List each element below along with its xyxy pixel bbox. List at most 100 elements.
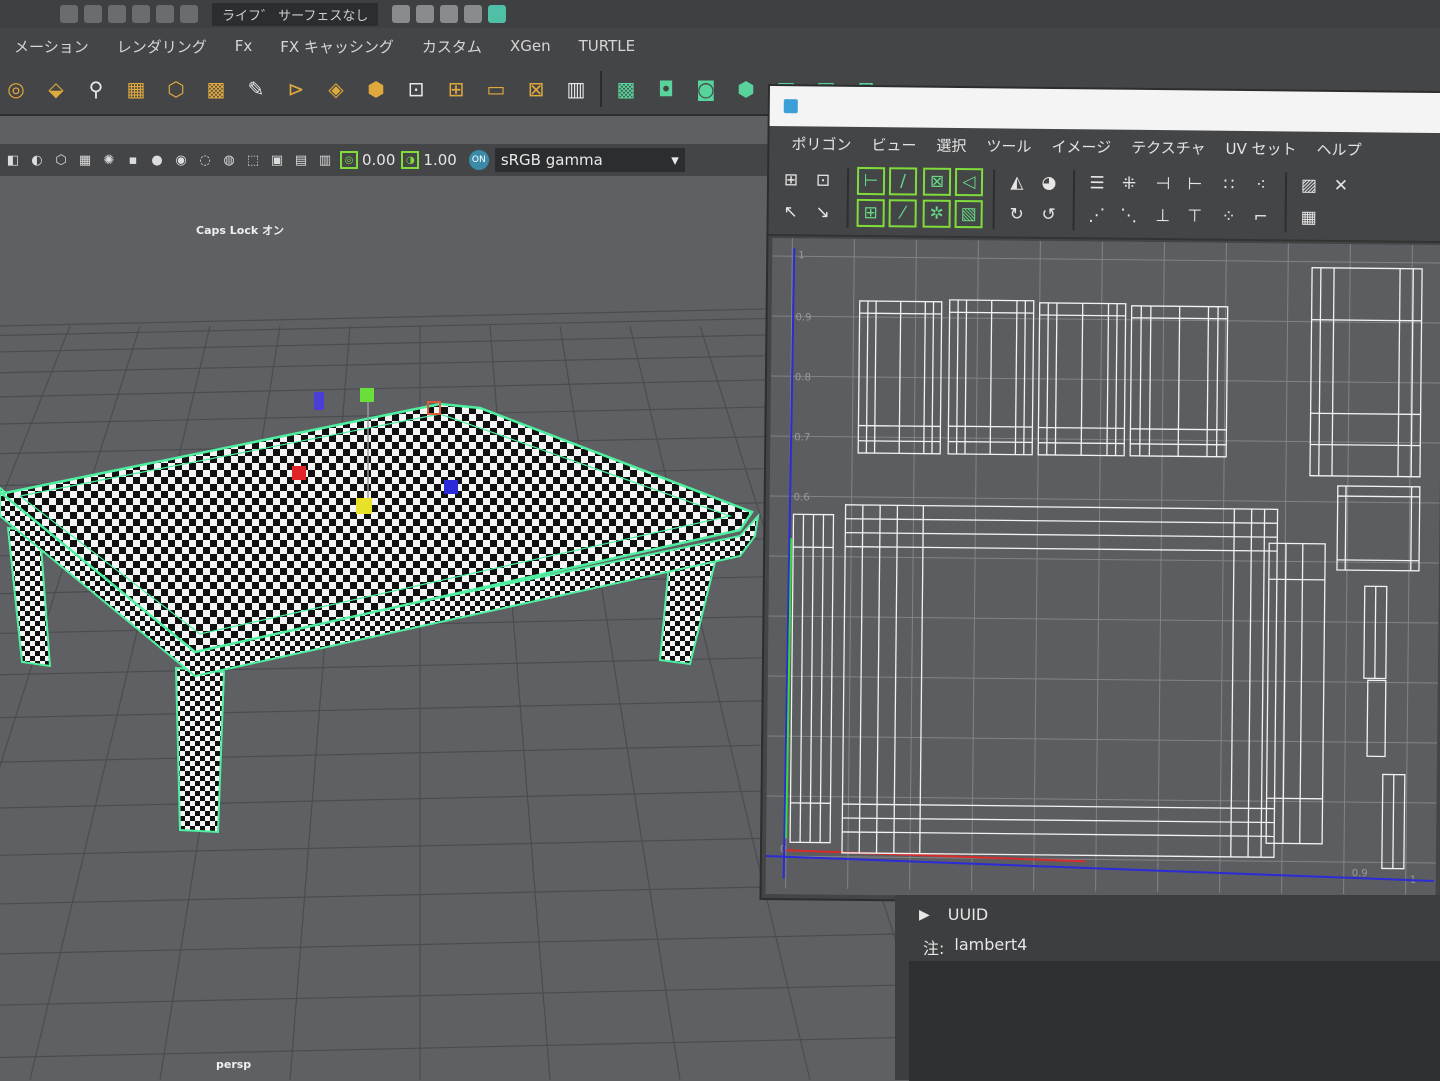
snap-point-icon[interactable] [108,5,126,23]
paint-icon[interactable]: ✎ [240,73,272,105]
shaded-icon[interactable]: ◧ [4,151,22,169]
render-icon[interactable] [392,5,410,23]
layer-icon[interactable]: ◈ [320,73,352,105]
target-icon[interactable] [488,5,506,23]
green-a-icon[interactable]: ▩ [610,73,642,105]
smooth-shade-icon[interactable]: ◐ [28,151,46,169]
snap-curve-icon[interactable] [84,5,102,23]
frame-icon[interactable]: ⊡ [400,73,432,105]
uv-menu-item[interactable]: テクスチャ [1121,136,1216,158]
align-right-icon[interactable]: ⊢ [1181,170,1209,198]
magnet-icon[interactable] [60,5,78,23]
stack-icon[interactable]: ⋰ [1083,201,1111,229]
cut-icon[interactable]: ⚲ [80,73,112,105]
unfold-uv-icon[interactable]: ⊠ [923,168,951,196]
aa-icon[interactable]: ◍ [220,151,238,169]
uv-canvas[interactable]: 1 0.9 0.8 0.7 0.6 0 0.9 1 [766,238,1440,901]
split-uv-icon[interactable]: ∕ [889,167,917,195]
cube-icon[interactable]: ⬡ [160,73,192,105]
hypershade-icon[interactable] [464,5,482,23]
image-grid-icon[interactable]: ▦ [1295,204,1323,232]
align-icon[interactable]: ☰ [1083,169,1111,197]
cross-icon[interactable]: ⊠ [520,73,552,105]
render-settings-icon[interactable] [440,5,458,23]
live-surface-field[interactable]: ライフ゛ サーフェスなし [212,3,378,26]
uv-menu-item[interactable]: ポリゴン [781,133,861,155]
xray-icon[interactable]: ▣ [268,151,286,169]
rotate-ccw-icon[interactable]: ◕ [1035,169,1063,197]
uv-grid-icon[interactable]: ⊞ [777,166,805,194]
manip-blue-cube[interactable] [444,480,458,494]
rotate-270-icon[interactable]: ↺ [1035,201,1063,229]
motion-blur-icon[interactable]: ◌ [196,151,214,169]
xray-joints-icon[interactable]: ▤ [292,151,310,169]
cut-uv-icon[interactable]: ⊢ [857,167,885,195]
checker-view-icon[interactable]: ▦ [76,151,94,169]
sphere-icon[interactable]: ● [148,151,166,169]
shelf-tab[interactable]: レンダリング [103,36,221,57]
uuid-section[interactable]: ▶ UUID [919,905,988,924]
align-top-icon[interactable]: ⊤ [1181,202,1209,230]
manip-blue-handle[interactable] [314,392,324,410]
align-left-icon[interactable]: ⊣ [1149,170,1177,198]
grid-corner-icon[interactable]: ⌐ [1247,203,1275,231]
uv-menu-item[interactable]: ツール [976,135,1041,157]
gamma-value[interactable]: 1.00 [423,151,456,169]
color-management-icon[interactable]: ON [469,150,489,170]
uv-menu-item[interactable]: UV セット [1215,137,1306,159]
uv-editor-titlebar[interactable] [770,86,1440,133]
uv-menu-item[interactable]: ビュー [861,133,926,155]
rotate-cw-icon[interactable]: ◭ [1003,168,1031,196]
render-ipr-icon[interactable] [416,5,434,23]
manip-red-cube[interactable] [292,466,306,480]
tiles-icon[interactable]: ▥ [560,73,592,105]
shadow-icon[interactable]: ▪ [124,151,142,169]
shelf-tab[interactable]: XGen [496,37,565,55]
image-icon[interactable]: ▨ [1295,172,1323,200]
grid-icon[interactable]: ⊞ [440,73,472,105]
green-c-icon[interactable]: ◙ [690,73,722,105]
rotate-90-icon[interactable]: ↻ [1003,200,1031,228]
sew-uv-icon[interactable]: ⊞ [857,199,885,227]
uv-tweak-icon[interactable]: ↘ [809,198,837,226]
uv-menu-item[interactable]: ヘルプ [1306,138,1371,160]
sew-icon[interactable]: ⊳ [280,73,312,105]
layout-uv-icon[interactable]: ▧ [955,200,983,228]
uv-select-icon[interactable]: ↖ [777,198,805,226]
uv-menu-item[interactable]: 選択 [926,134,976,156]
snowflake-uv-icon[interactable]: ✲ [923,200,951,228]
isolate-icon[interactable]: ⬚ [244,151,262,169]
grid-dots-icon[interactable]: ⁘ [1215,203,1243,231]
texture-icon[interactable]: ⬡ [52,151,70,169]
grid-plus-icon[interactable]: ⁖ [1247,171,1275,199]
manip-yellow-cube[interactable] [356,498,372,514]
align-bottom-icon[interactable]: ⊥ [1149,202,1177,230]
notes-textarea[interactable] [909,961,1440,1081]
checker-icon[interactable]: ▩ [200,73,232,105]
distribute-icon[interactable]: ⁜ [1115,170,1143,198]
xray-active-icon[interactable]: ▥ [316,151,334,169]
shelf-tab[interactable]: TURTLE [565,37,649,55]
layout-icon[interactable]: ▦ [120,73,152,105]
uv-shell-icon[interactable]: ⊡ [809,166,837,194]
cube-uv-icon[interactable]: ⬙ [40,73,72,105]
manip-green-handle[interactable] [360,388,374,402]
uv-icon[interactable]: ◎ [0,73,32,105]
snap-view-icon[interactable] [132,5,150,23]
flip-uv-icon[interactable]: ◁ [955,168,983,196]
light-icon[interactable]: ✺ [100,151,118,169]
expand-triangle-icon[interactable]: ▶ [919,907,930,923]
exposure-icon[interactable]: ◎ [340,151,358,169]
rect-icon[interactable]: ▭ [480,73,512,105]
color-space-dropdown[interactable]: sRGB gamma ▾ [495,148,685,172]
shelf-tab[interactable]: FX キャッシング [266,36,408,57]
merge-uv-icon[interactable]: ⁄ [889,199,917,227]
green-d-icon[interactable]: ⬢ [730,73,762,105]
shelf-tab[interactable]: Fx [221,37,267,55]
exposure-value[interactable]: 0.00 [362,151,395,169]
snap-live-icon[interactable] [180,5,198,23]
grid-snap-icon[interactable]: ∷ [1215,171,1243,199]
green-b-icon[interactable]: ◘ [650,73,682,105]
shelf-tab[interactable]: カスタム [408,36,496,57]
shelf-tab[interactable]: メーション [0,36,103,57]
